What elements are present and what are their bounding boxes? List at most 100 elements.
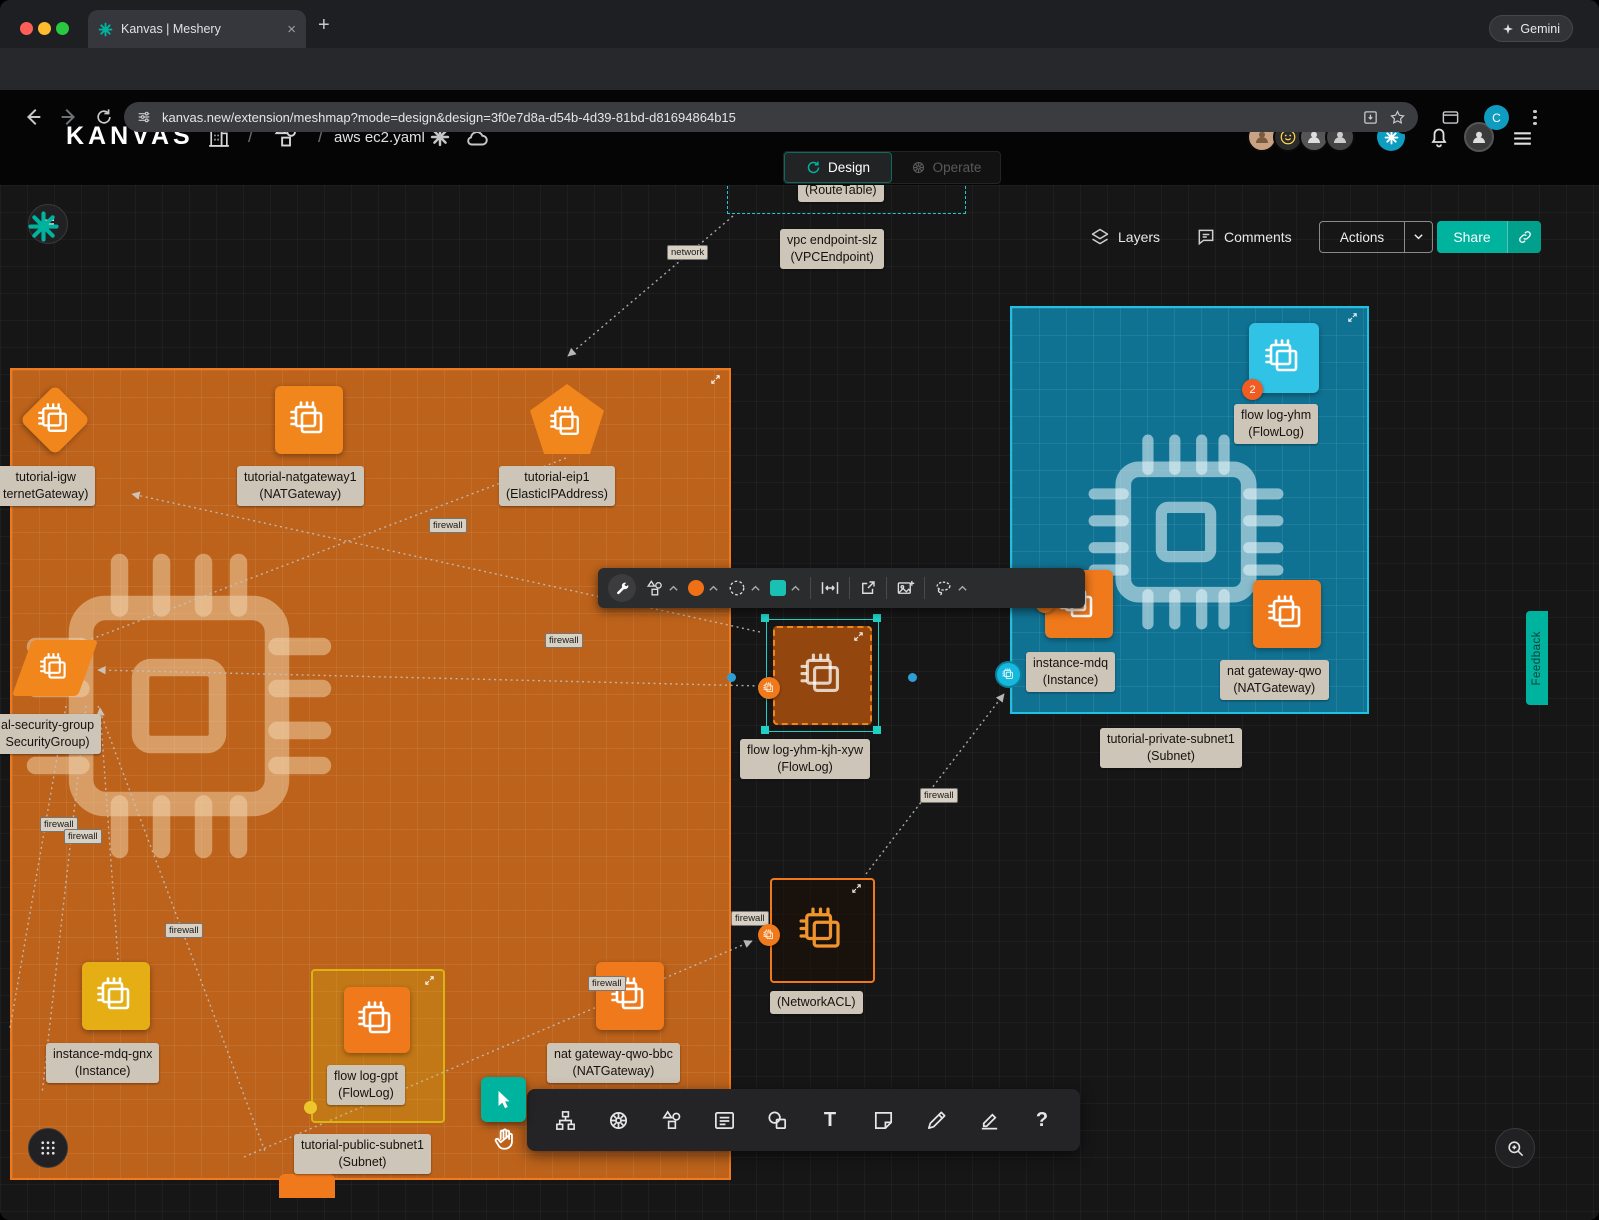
- selection-handle-nw[interactable]: [761, 614, 769, 622]
- save-icon[interactable]: [1362, 109, 1379, 126]
- notes-panel-tool[interactable]: [708, 1104, 740, 1136]
- flowlog-selected-badge[interactable]: [758, 677, 780, 699]
- text-tool[interactable]: T: [814, 1104, 846, 1136]
- actions-button[interactable]: Actions: [1320, 222, 1404, 252]
- app-menu-icon[interactable]: [1510, 126, 1535, 151]
- flowlog-gpt-node[interactable]: [344, 987, 410, 1053]
- site-settings-icon[interactable]: [136, 109, 152, 125]
- bookmark-star-icon[interactable]: [1389, 109, 1406, 126]
- instance-gnx-label[interactable]: instance-mdq-gnx(Instance): [46, 1043, 159, 1083]
- tab-operate[interactable]: Operate: [892, 152, 1000, 183]
- flowlog-gpt-label[interactable]: flow log-gpt(FlowLog): [327, 1065, 405, 1105]
- selection-handle-ne[interactable]: [873, 614, 881, 622]
- window-close-button[interactable]: [20, 22, 33, 35]
- nat-gateway-1-node[interactable]: [275, 386, 343, 454]
- chip-icon: [39, 652, 71, 684]
- security-group-node[interactable]: [22, 640, 88, 696]
- private-subnet-label[interactable]: tutorial-private-subnet1(Subnet): [1100, 728, 1242, 768]
- notifications-bell-icon[interactable]: [1427, 125, 1451, 149]
- nat-gateway-bbc-label[interactable]: nat gateway-qwo-bbc(NATGateway): [547, 1043, 680, 1083]
- chip-icon: [798, 906, 848, 956]
- node-settings-button[interactable]: [608, 574, 636, 602]
- browser-menu-icon[interactable]: [1533, 107, 1537, 128]
- expand-icon[interactable]: [710, 374, 721, 385]
- lasso-icon: [934, 579, 953, 598]
- connect-nodes-tool[interactable]: [549, 1104, 581, 1136]
- media-tool[interactable]: [761, 1104, 793, 1136]
- new-tab-button[interactable]: +: [318, 14, 330, 37]
- vpc-endpoint-label[interactable]: vpc endpoint-slz(VPCEndpoint): [780, 229, 884, 269]
- internet-gateway-node[interactable]: [21, 386, 89, 454]
- shape-style-button[interactable]: [645, 579, 679, 598]
- window-zoom-button[interactable]: [56, 22, 69, 35]
- reload-button[interactable]: [94, 107, 114, 127]
- select-tool-button[interactable]: [481, 1077, 526, 1122]
- stroke-style-button[interactable]: [728, 579, 761, 597]
- zoom-search-button[interactable]: [1495, 1128, 1535, 1168]
- help-button[interactable]: ?: [1026, 1104, 1058, 1136]
- shapes-icon: [645, 579, 664, 598]
- network-acl-badge[interactable]: [758, 924, 780, 946]
- apps-grid-button[interactable]: [28, 1128, 68, 1168]
- expand-icon[interactable]: [853, 631, 864, 642]
- subnet-connection-handle[interactable]: [995, 661, 1022, 688]
- instance-gnx-node[interactable]: [82, 962, 150, 1030]
- nat-gateway-qwo-label[interactable]: nat gateway-qwo(NATGateway): [1220, 660, 1329, 700]
- tab-close-icon[interactable]: ×: [287, 22, 296, 37]
- flowlog-gpt-port-dot[interactable]: [304, 1101, 317, 1114]
- sticky-note-tool[interactable]: [867, 1104, 899, 1136]
- public-subnet-label[interactable]: tutorial-public-subnet1(Subnet): [294, 1134, 431, 1174]
- lasso-select-button[interactable]: [934, 579, 968, 598]
- nat-gateway-bbc-node[interactable]: [596, 962, 664, 1030]
- chip-icon: [289, 400, 329, 440]
- selection-handle-se[interactable]: [873, 726, 881, 734]
- elastic-ip-label[interactable]: tutorial-eip1(ElasticIPAddress): [499, 466, 615, 506]
- chevron-up-icon: [708, 584, 719, 592]
- instance-mdq-label[interactable]: instance-mdq(Instance): [1026, 652, 1115, 692]
- selection-handle-sw[interactable]: [761, 726, 769, 734]
- copy-link-button[interactable]: [1507, 221, 1541, 253]
- clipped-node[interactable]: [279, 1174, 335, 1198]
- nat-gateway-qwo-node[interactable]: [1253, 580, 1321, 648]
- fill-color-button[interactable]: [688, 580, 719, 596]
- flowlog-selected-label[interactable]: flow log-yhm-kjh-xyw(FlowLog): [740, 739, 870, 779]
- network-acl-label[interactable]: (NetworkACL): [770, 991, 863, 1014]
- security-group-label[interactable]: al-security-groupSecurityGroup): [0, 714, 101, 754]
- comments-button[interactable]: Comments: [1196, 221, 1292, 253]
- actions-dropdown-button[interactable]: [1404, 222, 1432, 252]
- selection-style-button[interactable]: [770, 580, 801, 596]
- expand-icon[interactable]: [851, 883, 862, 894]
- marker-tool[interactable]: [973, 1104, 1005, 1136]
- shapes-tool[interactable]: [655, 1104, 687, 1136]
- expand-icon[interactable]: [424, 975, 435, 986]
- open-in-new-button[interactable]: [859, 579, 877, 597]
- layers-button[interactable]: Layers: [1090, 221, 1160, 253]
- mode-toggle: Design Operate: [783, 151, 1001, 184]
- connection-port-right[interactable]: [908, 673, 917, 682]
- pen-tool[interactable]: [920, 1104, 952, 1136]
- kanvas-logo-icon[interactable]: [27, 210, 60, 243]
- address-bar[interactable]: kanvas.new/extension/meshmap?mode=design…: [124, 102, 1418, 132]
- browser-tab[interactable]: Kanvas | Meshery ×: [88, 10, 306, 48]
- nat-gateway-1-label[interactable]: tutorial-natgateway1(NATGateway): [237, 466, 364, 506]
- browser-panel-icon[interactable]: [1441, 108, 1460, 127]
- add-image-button[interactable]: [896, 579, 915, 598]
- chip-icon: [763, 929, 775, 941]
- flowlog-yhm-label[interactable]: flow log-yhm(FlowLog): [1234, 404, 1318, 444]
- back-button[interactable]: [22, 106, 44, 128]
- share-button[interactable]: Share: [1437, 221, 1507, 253]
- elastic-ip-node[interactable]: [530, 384, 604, 454]
- gemini-button[interactable]: Gemini: [1489, 15, 1573, 42]
- window-minimize-button[interactable]: [38, 22, 51, 35]
- feedback-tab[interactable]: Feedback: [1526, 611, 1548, 705]
- tab-design[interactable]: Design: [784, 152, 892, 183]
- expand-icon[interactable]: [1347, 312, 1358, 323]
- connection-port-left[interactable]: [727, 673, 736, 682]
- forward-button[interactable]: [58, 106, 80, 128]
- browser-profile-avatar[interactable]: C: [1484, 105, 1509, 130]
- kubernetes-tool[interactable]: [602, 1104, 634, 1136]
- design-mode-icon: [806, 160, 821, 175]
- resize-width-button[interactable]: [820, 578, 840, 598]
- internet-gateway-label[interactable]: tutorial-igwternetGateway): [0, 466, 95, 506]
- pan-tool-button[interactable]: [492, 1126, 518, 1152]
